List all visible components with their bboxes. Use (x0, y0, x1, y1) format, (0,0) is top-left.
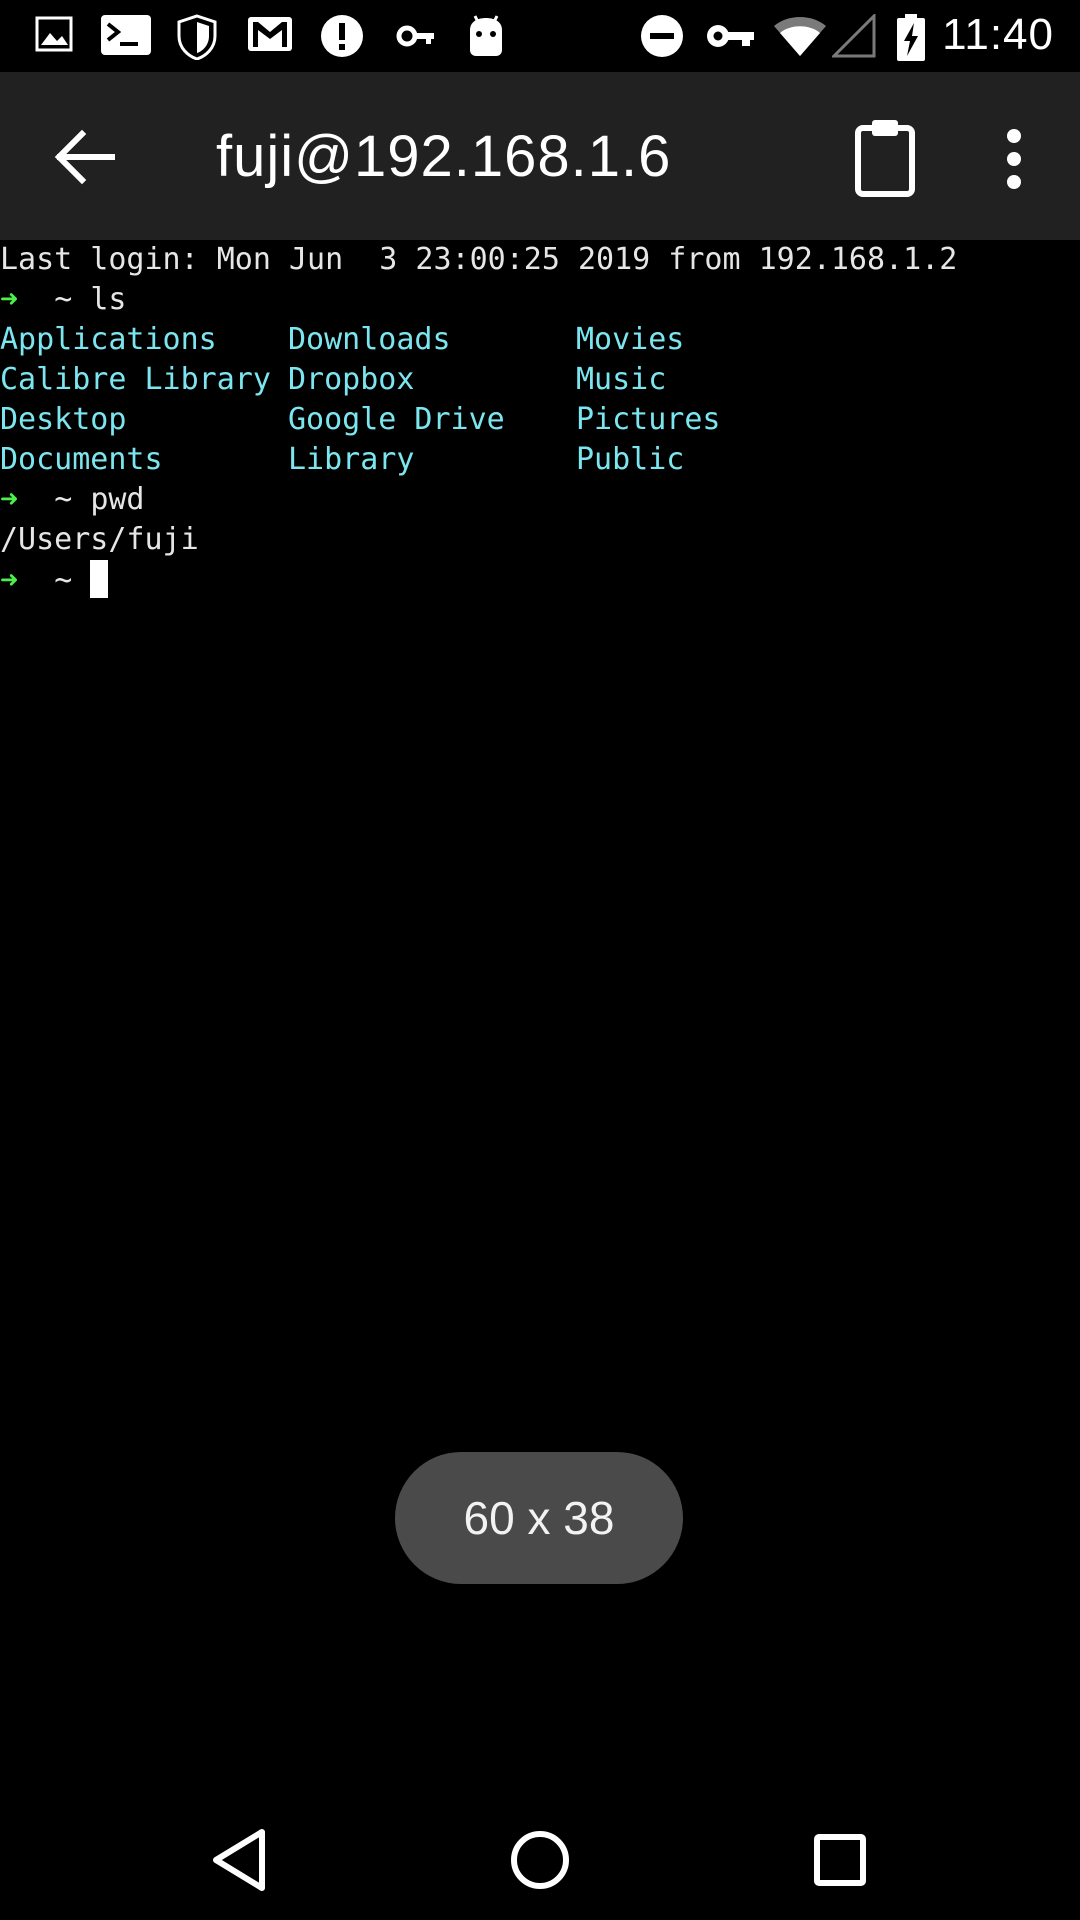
clipboard-icon[interactable] (852, 118, 924, 198)
image-icon (35, 16, 73, 52)
wifi-icon (774, 17, 826, 56)
ls-entry: Downloads (288, 322, 451, 357)
active-prompt-line[interactable]: ➜ ~ (0, 560, 109, 600)
prompt-line-ls: ➜ ~ ls (0, 280, 126, 320)
do-not-disturb-icon (641, 15, 683, 57)
alert-icon (321, 15, 363, 57)
ls-entry: Google Drive (288, 402, 505, 437)
ls-entry: Documents (0, 442, 163, 477)
ls-entry: Movies (576, 322, 685, 357)
ls-entry: Public (576, 442, 685, 477)
pwd-output: /Users/fuji (0, 522, 199, 557)
prompt-arrow: ➜ (0, 482, 19, 517)
command-text: pwd (90, 482, 145, 517)
cell-signal-icon (832, 14, 876, 58)
ls-entry: Pictures (576, 402, 721, 437)
back-icon[interactable] (200, 1820, 280, 1900)
status-time: 11:40 (942, 10, 1054, 59)
prompt-line-pwd: ➜ ~ pwd (0, 480, 145, 520)
command-text: ls (90, 282, 127, 317)
ls-entry: Music (576, 362, 667, 397)
prompt-dir: ~ (54, 482, 73, 517)
ls-entry: Library (288, 442, 415, 477)
ls-entry: Applications (0, 322, 217, 357)
shield-icon (177, 14, 217, 60)
prompt-dir: ~ (54, 563, 73, 598)
ls-entry: Desktop (0, 402, 127, 437)
recents-icon[interactable] (800, 1820, 880, 1900)
battery-charging-icon (897, 14, 925, 61)
terminal-icon (101, 15, 151, 55)
ls-entry: Calibre Library (0, 362, 271, 397)
home-icon[interactable] (500, 1820, 580, 1900)
navigation-bar (0, 1800, 1080, 1920)
app-toolbar: fuji@192.168.1.6 (0, 72, 1080, 240)
prompt-arrow: ➜ (0, 563, 19, 598)
vpn-key-icon (707, 25, 754, 47)
back-arrow-icon[interactable] (50, 122, 120, 192)
prompt-dir: ~ (54, 282, 73, 317)
terminal-size-toast: 60 x 38 (395, 1452, 683, 1584)
ls-entry: Dropbox (288, 362, 415, 397)
gmail-icon (248, 17, 292, 51)
android-icon (470, 15, 502, 56)
connection-title: fuji@192.168.1.6 (216, 124, 672, 189)
status-bar: 11:40 (0, 0, 1080, 72)
last-login-line: Last login: Mon Jun 3 23:00:25 2019 from… (0, 242, 958, 277)
key-icon (396, 25, 434, 47)
prompt-arrow: ➜ (0, 282, 19, 317)
more-options-icon[interactable] (990, 124, 1038, 194)
text-cursor (90, 560, 109, 598)
